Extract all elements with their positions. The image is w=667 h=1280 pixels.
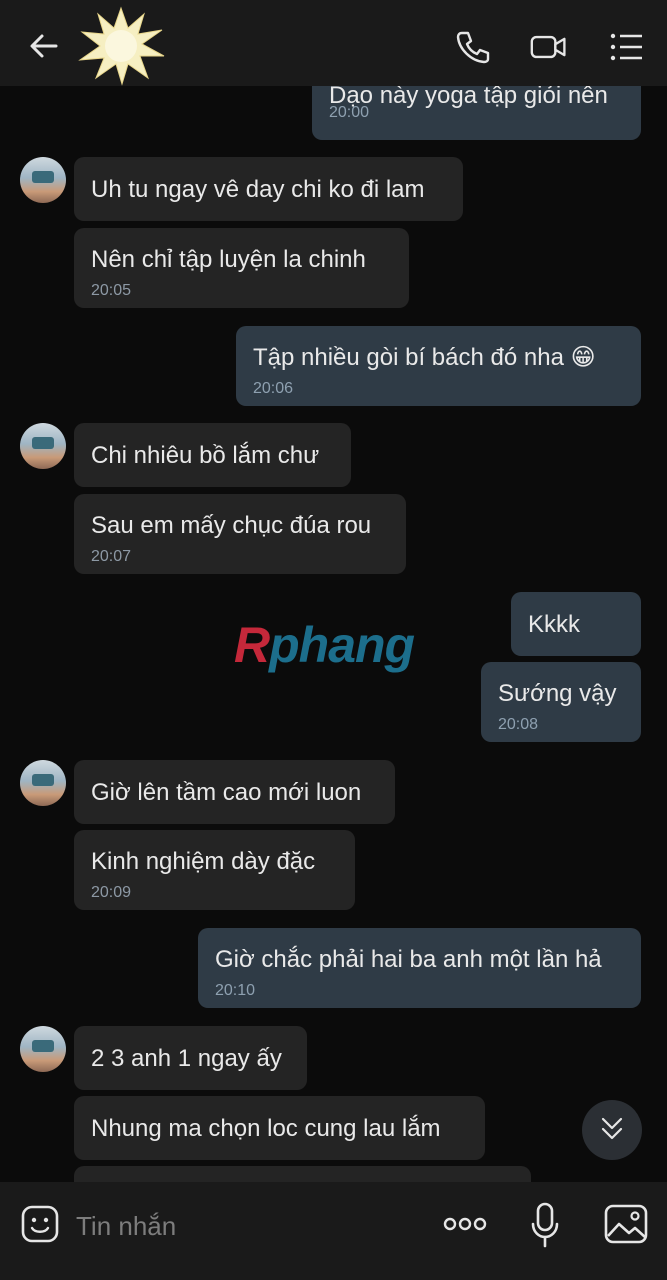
watermark-rest: phang (269, 617, 415, 673)
message-time: 20:09 (91, 884, 132, 901)
back-arrow-icon[interactable] (26, 28, 62, 64)
message-text: 2 3 anh 1 ngay ấy (91, 1045, 282, 1072)
microphone-icon[interactable] (530, 1202, 560, 1248)
message-text: Nên chỉ tập luyện la chinh (91, 246, 366, 273)
message-bubble-incoming[interactable]: Uh tu ngay vê day chi ko đi lam (74, 157, 463, 221)
message-list[interactable]: Dạo này yoga tập giỏi nên 20:00 Uh tu ng… (0, 86, 667, 1182)
watermark-logo: Rphang (234, 616, 415, 674)
contact-avatar[interactable] (20, 423, 66, 469)
message-text: Sau em mấy chục đúa rou (91, 512, 372, 539)
phone-icon[interactable] (454, 28, 492, 66)
message-bubble-outgoing[interactable]: Dạo này yoga tập giỏi nên 20:00 (312, 86, 641, 140)
image-gallery-icon[interactable] (604, 1204, 648, 1244)
message-text: Kkkk (528, 611, 581, 638)
message-bubble-incoming[interactable]: Nên chỉ tập luyện la chinh 20:05 (74, 228, 409, 308)
message-text: Dạo này yoga tập giỏi nên (329, 86, 608, 109)
scroll-to-bottom-button[interactable] (582, 1100, 642, 1160)
contact-avatar[interactable] (20, 760, 66, 806)
message-bubble-incoming[interactable]: Chi nhiêu bồ lắm chư (74, 423, 351, 487)
message-time: 20:06 (253, 380, 294, 397)
message-input[interactable]: Tin nhắn (76, 1206, 416, 1246)
contact-avatar[interactable] (20, 1026, 66, 1072)
message-bubble-incoming[interactable]: Sau em mấy chục đúa rou 20:07 (74, 494, 406, 574)
message-time: 20:08 (498, 716, 539, 733)
message-bubble-incoming[interactable]: Kinh nghiệm dày đặc 20:09 (74, 830, 355, 910)
chat-header (0, 0, 667, 86)
sticker-emoji-icon[interactable] (20, 1204, 60, 1244)
contact-avatar-starburst[interactable] (76, 6, 166, 86)
message-bubble-incoming-partial[interactable] (74, 1166, 531, 1182)
message-time: 20:10 (215, 982, 256, 999)
menu-list-icon[interactable] (608, 28, 646, 66)
message-bubble-outgoing[interactable]: Giờ chắc phải hai ba anh một lần hả 20:1… (198, 928, 641, 1008)
message-text: Giờ lên tầm cao mới luon (91, 779, 362, 806)
contact-avatar[interactable] (20, 157, 66, 203)
message-bubble-outgoing[interactable]: Kkkk (511, 592, 641, 656)
message-text: Uh tu ngay vê day chi ko đi lam (91, 176, 425, 203)
message-bubble-incoming[interactable]: Giờ lên tầm cao mới luon (74, 760, 395, 824)
message-time: 20:00 (329, 104, 370, 121)
message-text: Chi nhiêu bồ lắm chư (91, 442, 320, 469)
message-time: 20:05 (91, 282, 132, 299)
message-text: Sướng vậy (498, 680, 617, 707)
message-bubble-outgoing[interactable]: Tập nhiều gòi bí bách đó nha 😁 20:06 (236, 326, 641, 406)
message-text: Giờ chắc phải hai ba anh một lần hả (215, 946, 602, 973)
watermark-first-letter: R (234, 617, 270, 673)
message-bubble-incoming[interactable]: Nhung ma chọn loc cung lau lắm (74, 1096, 485, 1160)
message-text: Kinh nghiệm dày đặc (91, 848, 316, 875)
more-options-icon[interactable] (442, 1212, 488, 1236)
message-bubble-outgoing[interactable]: Sướng vậy 20:08 (481, 662, 641, 742)
double-chevron-down-icon (601, 1117, 623, 1140)
message-text: Nhung ma chọn loc cung lau lắm (91, 1115, 441, 1142)
video-call-icon[interactable] (530, 28, 568, 66)
message-bubble-incoming[interactable]: 2 3 anh 1 ngay ấy (74, 1026, 307, 1090)
message-text: Tập nhiều gòi bí bách đó nha 😁 (253, 344, 596, 371)
message-composer: Tin nhắn (0, 1182, 667, 1280)
message-time: 20:07 (91, 548, 132, 565)
